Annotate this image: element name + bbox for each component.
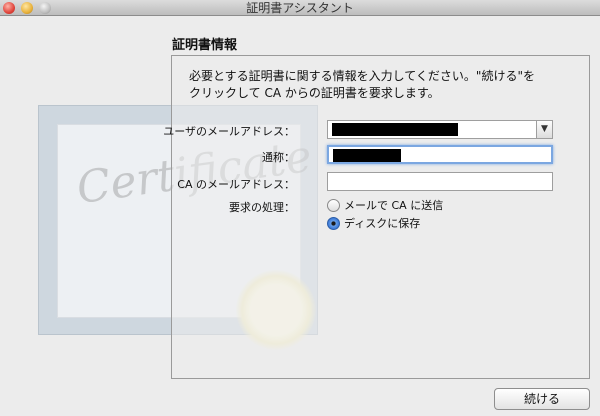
user-email-label: ユーザのメールアドレス：: [163, 125, 295, 138]
title-bar: 証明書アシスタント: [0, 0, 600, 16]
intro-text: 必要とする証明書に関する情報を入力してください。"続ける"を クリックして CA…: [189, 69, 535, 100]
redacted-block: [333, 149, 401, 162]
form-panel: 必要とする証明書に関する情報を入力してください。"続ける"を クリックして CA…: [163, 55, 590, 379]
chevron-down-icon[interactable]: ▼: [536, 120, 553, 139]
radio-button-icon[interactable]: [327, 198, 340, 212]
ca-email-field[interactable]: [327, 172, 553, 191]
radio-button-selected-icon[interactable]: [327, 216, 340, 230]
common-name-field[interactable]: [327, 145, 553, 164]
user-email-field[interactable]: [327, 120, 536, 139]
radio-save-disk[interactable]: ディスクに保存: [327, 215, 420, 231]
section-title: 証明書情報: [172, 38, 238, 53]
user-email-combobox[interactable]: ▼: [327, 120, 553, 139]
continue-button[interactable]: 続ける: [494, 388, 590, 410]
radio-email-ca[interactable]: メールで CA に送信: [327, 197, 443, 213]
request-label: 要求の処理：: [229, 201, 295, 214]
window-title: 証明書アシスタント: [246, 1, 354, 15]
ca-email-label: CA のメールアドレス：: [177, 178, 295, 191]
common-name-label: 通称：: [262, 151, 295, 164]
redacted-block: [332, 123, 458, 136]
